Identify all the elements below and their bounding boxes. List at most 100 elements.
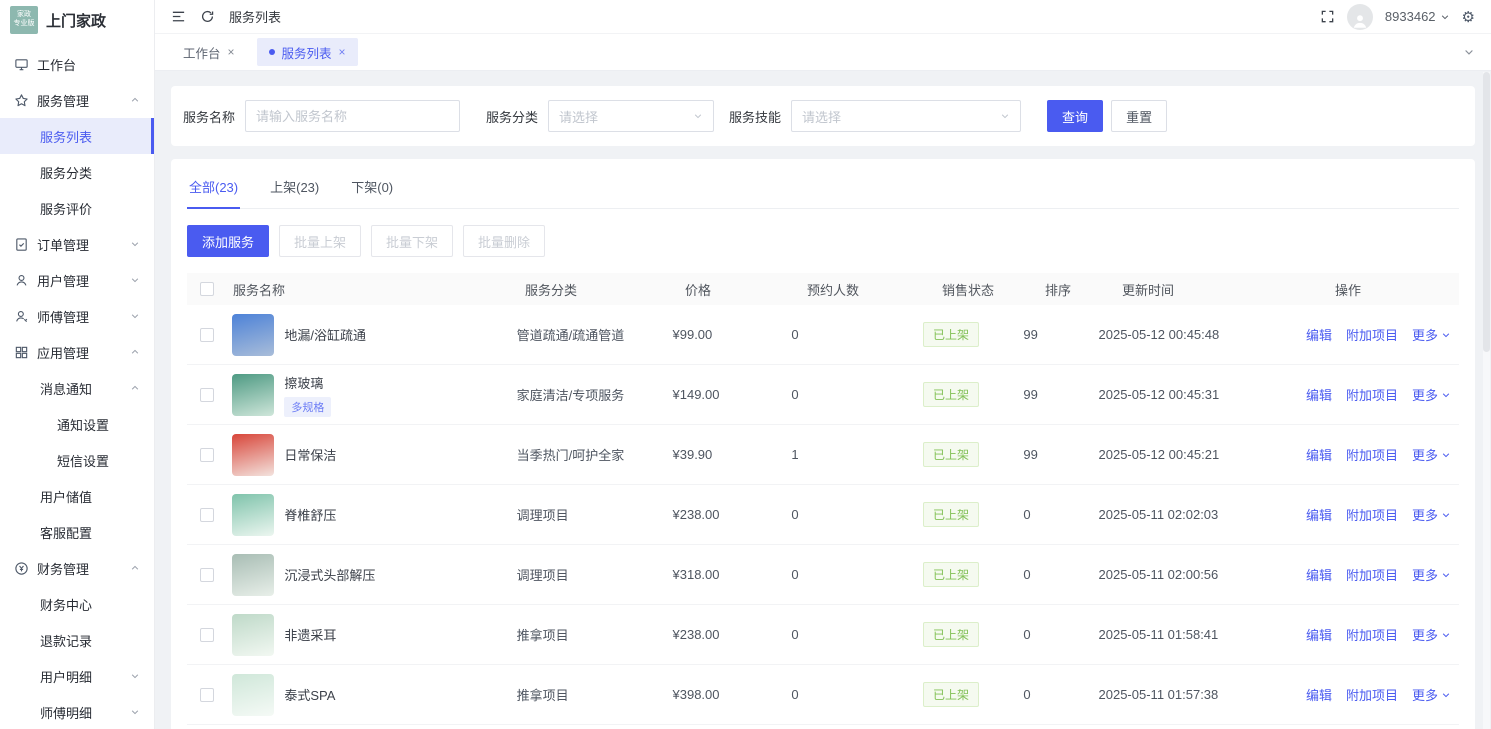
edit-link[interactable]: 编辑: [1306, 625, 1332, 644]
update-time: 2025-05-12 00:45:31: [1098, 387, 1220, 402]
batch-off-shelf-button[interactable]: 批量下架: [371, 225, 454, 257]
row-checkbox[interactable]: [200, 567, 214, 582]
refresh-icon[interactable]: [200, 9, 215, 24]
addon-items-link[interactable]: 附加项目: [1346, 685, 1398, 704]
add-service-button[interactable]: 添加服务: [187, 225, 270, 257]
more-link[interactable]: 更多: [1412, 625, 1451, 644]
service-name: 泰式SPA: [284, 688, 336, 703]
sort-value: 99: [1023, 327, 1038, 342]
user-menu[interactable]: 8933462: [1385, 9, 1450, 24]
sidebar-item-label: 工作台: [37, 57, 77, 73]
sidebar-item-master-mgmt[interactable]: 师傅管理: [0, 298, 154, 334]
more-link[interactable]: 更多: [1412, 325, 1451, 344]
service-name-input[interactable]: [245, 100, 461, 132]
service-skill-select[interactable]: 请选择: [791, 100, 1022, 132]
more-link[interactable]: 更多: [1412, 565, 1451, 584]
service-price: ¥149.00: [672, 387, 720, 402]
sidebar-item-workbench[interactable]: 工作台: [0, 46, 154, 82]
booking-count: 0: [791, 567, 799, 582]
sidebar-item-service-list[interactable]: 服务列表: [0, 118, 154, 154]
addon-items-link[interactable]: 附加项目: [1346, 505, 1398, 524]
chevron-down-icon: [1441, 14, 1448, 19]
app-title: 上门家政: [46, 12, 107, 30]
update-time: 2025-05-11 02:00:56: [1098, 567, 1219, 582]
sidebar-item-service-mgmt[interactable]: 服务管理: [0, 82, 154, 118]
close-icon[interactable]: ×: [228, 45, 235, 59]
edit-link[interactable]: 编辑: [1306, 445, 1332, 464]
batch-on-shelf-button[interactable]: 批量上架: [279, 225, 362, 257]
scrollbar-thumb[interactable]: [1483, 72, 1490, 352]
row-checkbox[interactable]: [200, 447, 214, 462]
sidebar-item-finance-center[interactable]: 财务中心: [0, 586, 154, 622]
avatar[interactable]: [1346, 3, 1373, 30]
sidebar-item-user-stored-value[interactable]: 用户储值: [0, 478, 154, 514]
sidebar-item-sms-settings[interactable]: 短信设置: [0, 442, 154, 478]
sidebar-item-app-mgmt[interactable]: 应用管理: [0, 334, 154, 370]
addon-items-link[interactable]: 附加项目: [1346, 445, 1398, 464]
sort-value: 0: [1023, 687, 1031, 702]
sidebar: 家政 专业版 上门家政 工作台 服务管理 服务列表 服务分类 服务评价 订单管理: [0, 0, 155, 729]
row-checkbox[interactable]: [200, 327, 214, 342]
more-link[interactable]: 更多: [1412, 445, 1451, 464]
service-price: ¥238.00: [672, 507, 720, 522]
edit-link[interactable]: 编辑: [1306, 565, 1332, 584]
row-checkbox[interactable]: [200, 387, 214, 402]
tab-all[interactable]: 全部(23): [187, 171, 241, 209]
addon-items-link[interactable]: 附加项目: [1346, 325, 1398, 344]
chevron-down-icon: [1442, 512, 1450, 517]
sidebar-item-user-mgmt[interactable]: 用户管理: [0, 262, 154, 298]
search-button[interactable]: 查询: [1047, 100, 1104, 132]
more-link[interactable]: 更多: [1412, 685, 1451, 704]
tab-off-shelf[interactable]: 下架(0): [349, 171, 395, 208]
tab-service-list[interactable]: 服务列表 ×: [256, 38, 358, 66]
row-checkbox[interactable]: [200, 687, 214, 702]
table-row: 沉浸式头部解压 调理项目 ¥318.00 0 已上架 0 2025-05-11 …: [187, 545, 1459, 605]
chevron-down-icon: [131, 278, 139, 283]
close-icon[interactable]: ×: [339, 45, 346, 59]
edit-link[interactable]: 编辑: [1306, 385, 1332, 404]
finance-icon: [15, 561, 28, 575]
sidebar-item-service-review[interactable]: 服务评价: [0, 190, 154, 226]
reset-button[interactable]: 重置: [1111, 100, 1168, 132]
edit-link[interactable]: 编辑: [1306, 325, 1332, 344]
more-label: 更多: [1411, 388, 1438, 403]
chevron-down-icon[interactable]: [1463, 46, 1475, 58]
addon-items-link[interactable]: 附加项目: [1346, 625, 1398, 644]
gear-icon[interactable]: ⚙: [1462, 8, 1475, 26]
monitor-icon: [15, 58, 28, 70]
service-category-select[interactable]: 请选择: [548, 100, 715, 132]
addon-items-link[interactable]: 附加项目: [1346, 565, 1398, 584]
more-link[interactable]: 更多: [1412, 505, 1451, 524]
tab-workbench[interactable]: 工作台 ×: [171, 38, 247, 66]
sidebar-item-notify-settings[interactable]: 通知设置: [0, 406, 154, 442]
select-all-checkbox[interactable]: [200, 282, 214, 296]
edit-link[interactable]: 编辑: [1306, 685, 1332, 704]
sidebar-item-message-notify[interactable]: 消息通知: [0, 370, 154, 406]
row-checkbox[interactable]: [200, 507, 214, 522]
filter-service-category: 服务分类 请选择: [486, 100, 729, 132]
chevron-down-icon: [1442, 392, 1450, 397]
sidebar-item-master-details[interactable]: 师傅明细: [0, 694, 154, 729]
fullscreen-icon[interactable]: [1320, 9, 1335, 24]
batch-delete-button[interactable]: 批量删除: [463, 225, 546, 257]
sidebar-item-user-details[interactable]: 用户明细: [0, 658, 154, 694]
user-id: 8933462: [1384, 9, 1436, 24]
tab-on-shelf[interactable]: 上架(23): [268, 171, 321, 208]
addon-items-link[interactable]: 附加项目: [1346, 385, 1398, 404]
booking-count: 0: [791, 387, 799, 402]
sidebar-item-finance-mgmt[interactable]: 财务管理: [0, 550, 154, 586]
update-time: 2025-05-11 02:02:03: [1098, 507, 1219, 522]
service-thumbnail: [232, 673, 275, 716]
app-logo: 家政 专业版 上门家政: [0, 0, 154, 40]
more-link[interactable]: 更多: [1412, 385, 1451, 404]
sidebar-item-service-category[interactable]: 服务分类: [0, 154, 154, 190]
edit-link[interactable]: 编辑: [1306, 505, 1332, 524]
topbar: 服务列表 8933462 ⚙: [155, 0, 1491, 34]
more-label: 更多: [1411, 688, 1438, 703]
sidebar-item-refund-records[interactable]: 退款记录: [0, 622, 154, 658]
sidebar-item-customer-service-config[interactable]: 客服配置: [0, 514, 154, 550]
scrollbar[interactable]: [1483, 72, 1490, 729]
menu-fold-icon[interactable]: [171, 9, 186, 24]
row-checkbox[interactable]: [200, 627, 214, 642]
sidebar-item-order-mgmt[interactable]: 订单管理: [0, 226, 154, 262]
